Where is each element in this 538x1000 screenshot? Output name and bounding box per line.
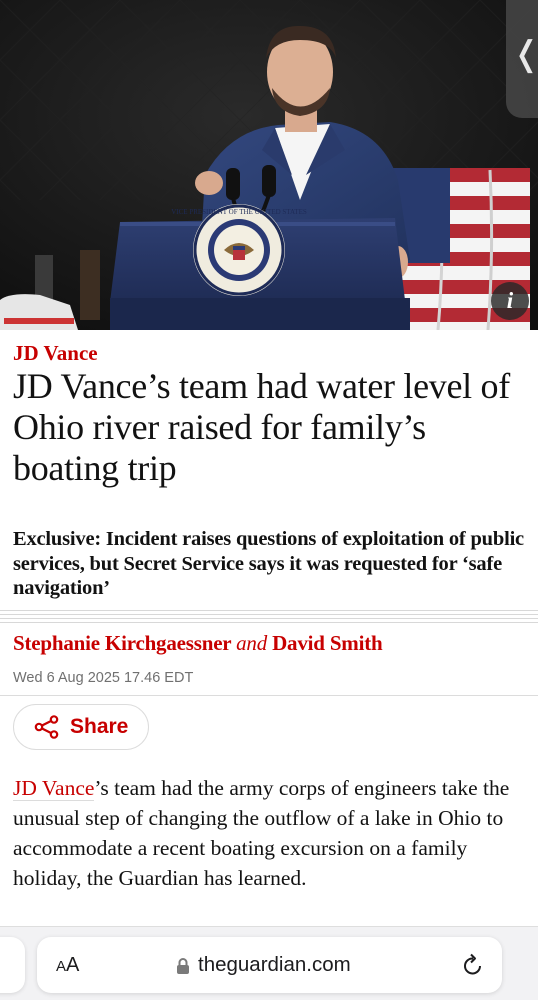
byline: Stephanie Kirchgaessner and David Smith — [13, 630, 383, 656]
seal-text: VICE PRESIDENT OF THE UNITED STATES — [171, 208, 307, 216]
share-button-label: Share — [70, 715, 129, 738]
address-bar[interactable]: AA theguardian.com — [37, 937, 502, 993]
text-size-button[interactable]: AA — [56, 954, 79, 977]
lock-icon — [177, 958, 189, 974]
author-link-1[interactable]: Stephanie Kirchgaessner — [13, 631, 231, 655]
image-info-button[interactable]: i — [491, 282, 529, 320]
header-divider — [0, 610, 538, 626]
article-standfirst: Exclusive: Incident raises questions of … — [13, 528, 524, 599]
author-link-2[interactable]: David Smith — [272, 631, 383, 655]
section-kicker-link[interactable]: JD Vance — [13, 340, 98, 366]
reload-icon[interactable] — [461, 952, 485, 978]
previous-tab-peek[interactable] — [0, 937, 25, 993]
side-tab-handle[interactable]: ❬ — [506, 0, 538, 118]
byline-conjunction: and — [236, 631, 268, 655]
article-headline: JD Vance’s team had water level of Ohio … — [13, 366, 510, 488]
browser-toolbar: AA theguardian.com — [0, 926, 538, 1000]
body-link-jd-vance[interactable]: JD Vance — [13, 776, 95, 801]
hero-illustration: VICE PRESIDENT OF THE UNITED STATES — [0, 0, 538, 330]
share-button[interactable]: Share — [13, 704, 149, 750]
hero-photo: VICE PRESIDENT OF THE UNITED STATES ❬ i — [0, 0, 538, 330]
url-domain: theguardian.com — [198, 953, 351, 976]
publish-dateline: Wed 6 Aug 2025 17.46 EDT — [13, 670, 194, 686]
chevron-left-icon: ❬ — [512, 34, 538, 74]
meta-divider — [0, 695, 538, 696]
share-icon — [34, 715, 59, 739]
article-body-paragraph: JD Vance’s team had the army corps of en… — [13, 773, 528, 893]
info-icon: i — [506, 288, 514, 313]
